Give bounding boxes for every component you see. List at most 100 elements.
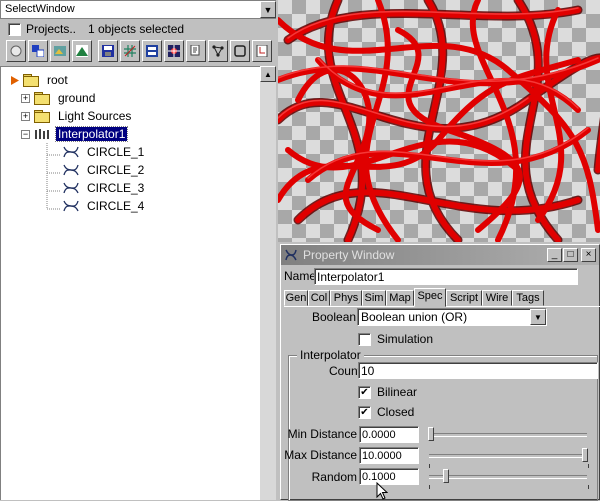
spline-icon (63, 164, 79, 176)
name-field[interactable] (314, 268, 578, 285)
random-field[interactable] (359, 468, 419, 485)
folder-icon (34, 92, 50, 105)
tab-spec[interactable]: Spec (414, 288, 446, 307)
tree-item-label: CIRCLE_2 (87, 163, 145, 177)
toolbar (2, 40, 276, 64)
selection-count: 1 objects selected (88, 22, 185, 36)
closed-checkbox[interactable]: ✔ (358, 406, 371, 419)
spline-icon (63, 182, 79, 194)
app-icon (285, 249, 297, 261)
spline-icon (63, 146, 79, 158)
network-icon[interactable] (208, 40, 228, 62)
layers-icon[interactable] (28, 40, 48, 62)
tree-item-label: Interpolator1 (54, 126, 129, 142)
tree-item-circle-4[interactable]: CIRCLE_4 (63, 197, 144, 215)
tree-item-label: CIRCLE_1 (87, 145, 145, 159)
tab-script[interactable]: Script (446, 290, 482, 306)
tree-item-circle-2[interactable]: CIRCLE_2 (63, 161, 144, 179)
star-icon[interactable] (164, 40, 184, 62)
folder-icon (23, 74, 39, 87)
tab-gen[interactable]: Gen (284, 290, 308, 306)
closed-label: Closed (377, 405, 415, 419)
tab-wire[interactable]: Wire (482, 290, 512, 306)
random-label: Random (311, 470, 357, 484)
page-icon[interactable] (252, 40, 272, 62)
simulation-label: Simulation (377, 332, 434, 346)
count-field[interactable] (358, 362, 598, 379)
tree-item-label: CIRCLE_3 (87, 181, 145, 195)
max-distance-slider-track[interactable] (429, 454, 587, 458)
maximize-icon[interactable]: □ (563, 248, 578, 262)
tree-item-root[interactable]: root (11, 71, 68, 89)
random-ticks (429, 485, 589, 489)
tree-item-ground[interactable]: + ground (21, 89, 95, 107)
bilinear-checkbox[interactable]: ✔ (358, 386, 371, 399)
property-window: Property Window _ □ × Name Gen Col Phys … (280, 244, 600, 501)
tab-phys[interactable]: Phys (330, 290, 362, 306)
property-window-titlebar[interactable]: Property Window _ □ × (281, 245, 599, 265)
tab-sim[interactable]: Sim (362, 290, 386, 306)
min-distance-label: Min Distance (287, 427, 357, 441)
expand-arrow-icon[interactable] (11, 75, 19, 85)
tab-tags[interactable]: Tags (512, 290, 544, 306)
name-label: Name (284, 269, 317, 283)
render-viewport[interactable] (278, 0, 600, 242)
cut-icon[interactable] (186, 40, 206, 62)
save-icon[interactable] (98, 40, 118, 62)
min-distance-field[interactable] (359, 426, 419, 443)
spline-icon (63, 200, 79, 212)
min-distance-slider[interactable] (428, 427, 434, 441)
panel-icon[interactable] (142, 40, 162, 62)
tree-item-label: CIRCLE_4 (87, 199, 145, 213)
random-slider[interactable] (443, 469, 449, 483)
close-icon[interactable]: × (581, 248, 596, 262)
boolean-label: Boolean (312, 310, 357, 324)
red-strands-render (278, 0, 600, 242)
simulation-checkbox[interactable] (358, 333, 371, 346)
tab-col[interactable]: Col (308, 290, 330, 306)
projects-checkbox[interactable] (8, 23, 21, 36)
max-distance-field[interactable] (359, 447, 419, 464)
mountain-icon[interactable] (72, 40, 92, 62)
max-distance-ticks (429, 464, 589, 468)
select-window-title: SelectWindow (0, 0, 276, 19)
tree-item-label: Light Sources (58, 109, 132, 123)
minimize-icon[interactable]: _ (547, 248, 562, 262)
tree-item-circle-3[interactable]: CIRCLE_3 (63, 179, 144, 197)
property-tabs: Gen Col Phys Sim Map Spec Script Wire Ta… (284, 288, 600, 307)
min-distance-slider-track[interactable] (429, 433, 587, 437)
scroll-up-icon[interactable]: ▲ (260, 66, 276, 82)
tree-item-label: root (47, 73, 68, 87)
count-label: Count (328, 364, 361, 378)
collapse-minus-icon[interactable]: − (21, 129, 30, 139)
tree-item-label: ground (58, 91, 96, 105)
bilinear-label: Bilinear (377, 385, 418, 399)
tree-scrollbar[interactable]: ▲ (260, 66, 276, 500)
scene-icon[interactable] (50, 40, 70, 62)
projects-label[interactable]: Projects.. (26, 22, 76, 36)
max-distance-slider[interactable] (582, 448, 588, 462)
interpolator-group-label: Interpolator (297, 348, 364, 362)
random-slider-track[interactable] (429, 475, 587, 479)
tree-connector-lines (46, 143, 61, 210)
mouse-pointer-icon (376, 482, 388, 500)
scene-tree: root + ground + Light Sources − Interpol… (0, 66, 260, 500)
boolean-value: Boolean union (OR) (361, 310, 468, 324)
expand-plus-icon[interactable]: + (21, 111, 30, 121)
chevron-down-icon[interactable]: ▼ (530, 309, 546, 325)
folder-icon (34, 110, 50, 123)
boolean-dropdown[interactable]: Boolean union (OR) ▼ (357, 308, 547, 326)
tree-item-light-sources[interactable]: + Light Sources (21, 107, 131, 125)
chevron-down-icon[interactable]: ▼ (260, 1, 276, 18)
max-distance-label: Max Distance (284, 448, 357, 462)
projects-row: Projects.. 1 objects selected (2, 20, 276, 38)
sphere-icon[interactable] (6, 40, 26, 62)
select-window: SelectWindow ▼ Projects.. 1 objects sele… (0, 0, 278, 500)
expand-plus-icon[interactable]: + (21, 93, 30, 103)
tab-map[interactable]: Map (386, 290, 414, 306)
frame-icon[interactable] (230, 40, 250, 62)
tree-item-circle-1[interactable]: CIRCLE_1 (63, 143, 144, 161)
grid-icon[interactable] (120, 40, 140, 62)
property-window-title: Property Window (303, 248, 395, 262)
tree-item-interpolator1[interactable]: − Interpolator1 (21, 125, 129, 143)
